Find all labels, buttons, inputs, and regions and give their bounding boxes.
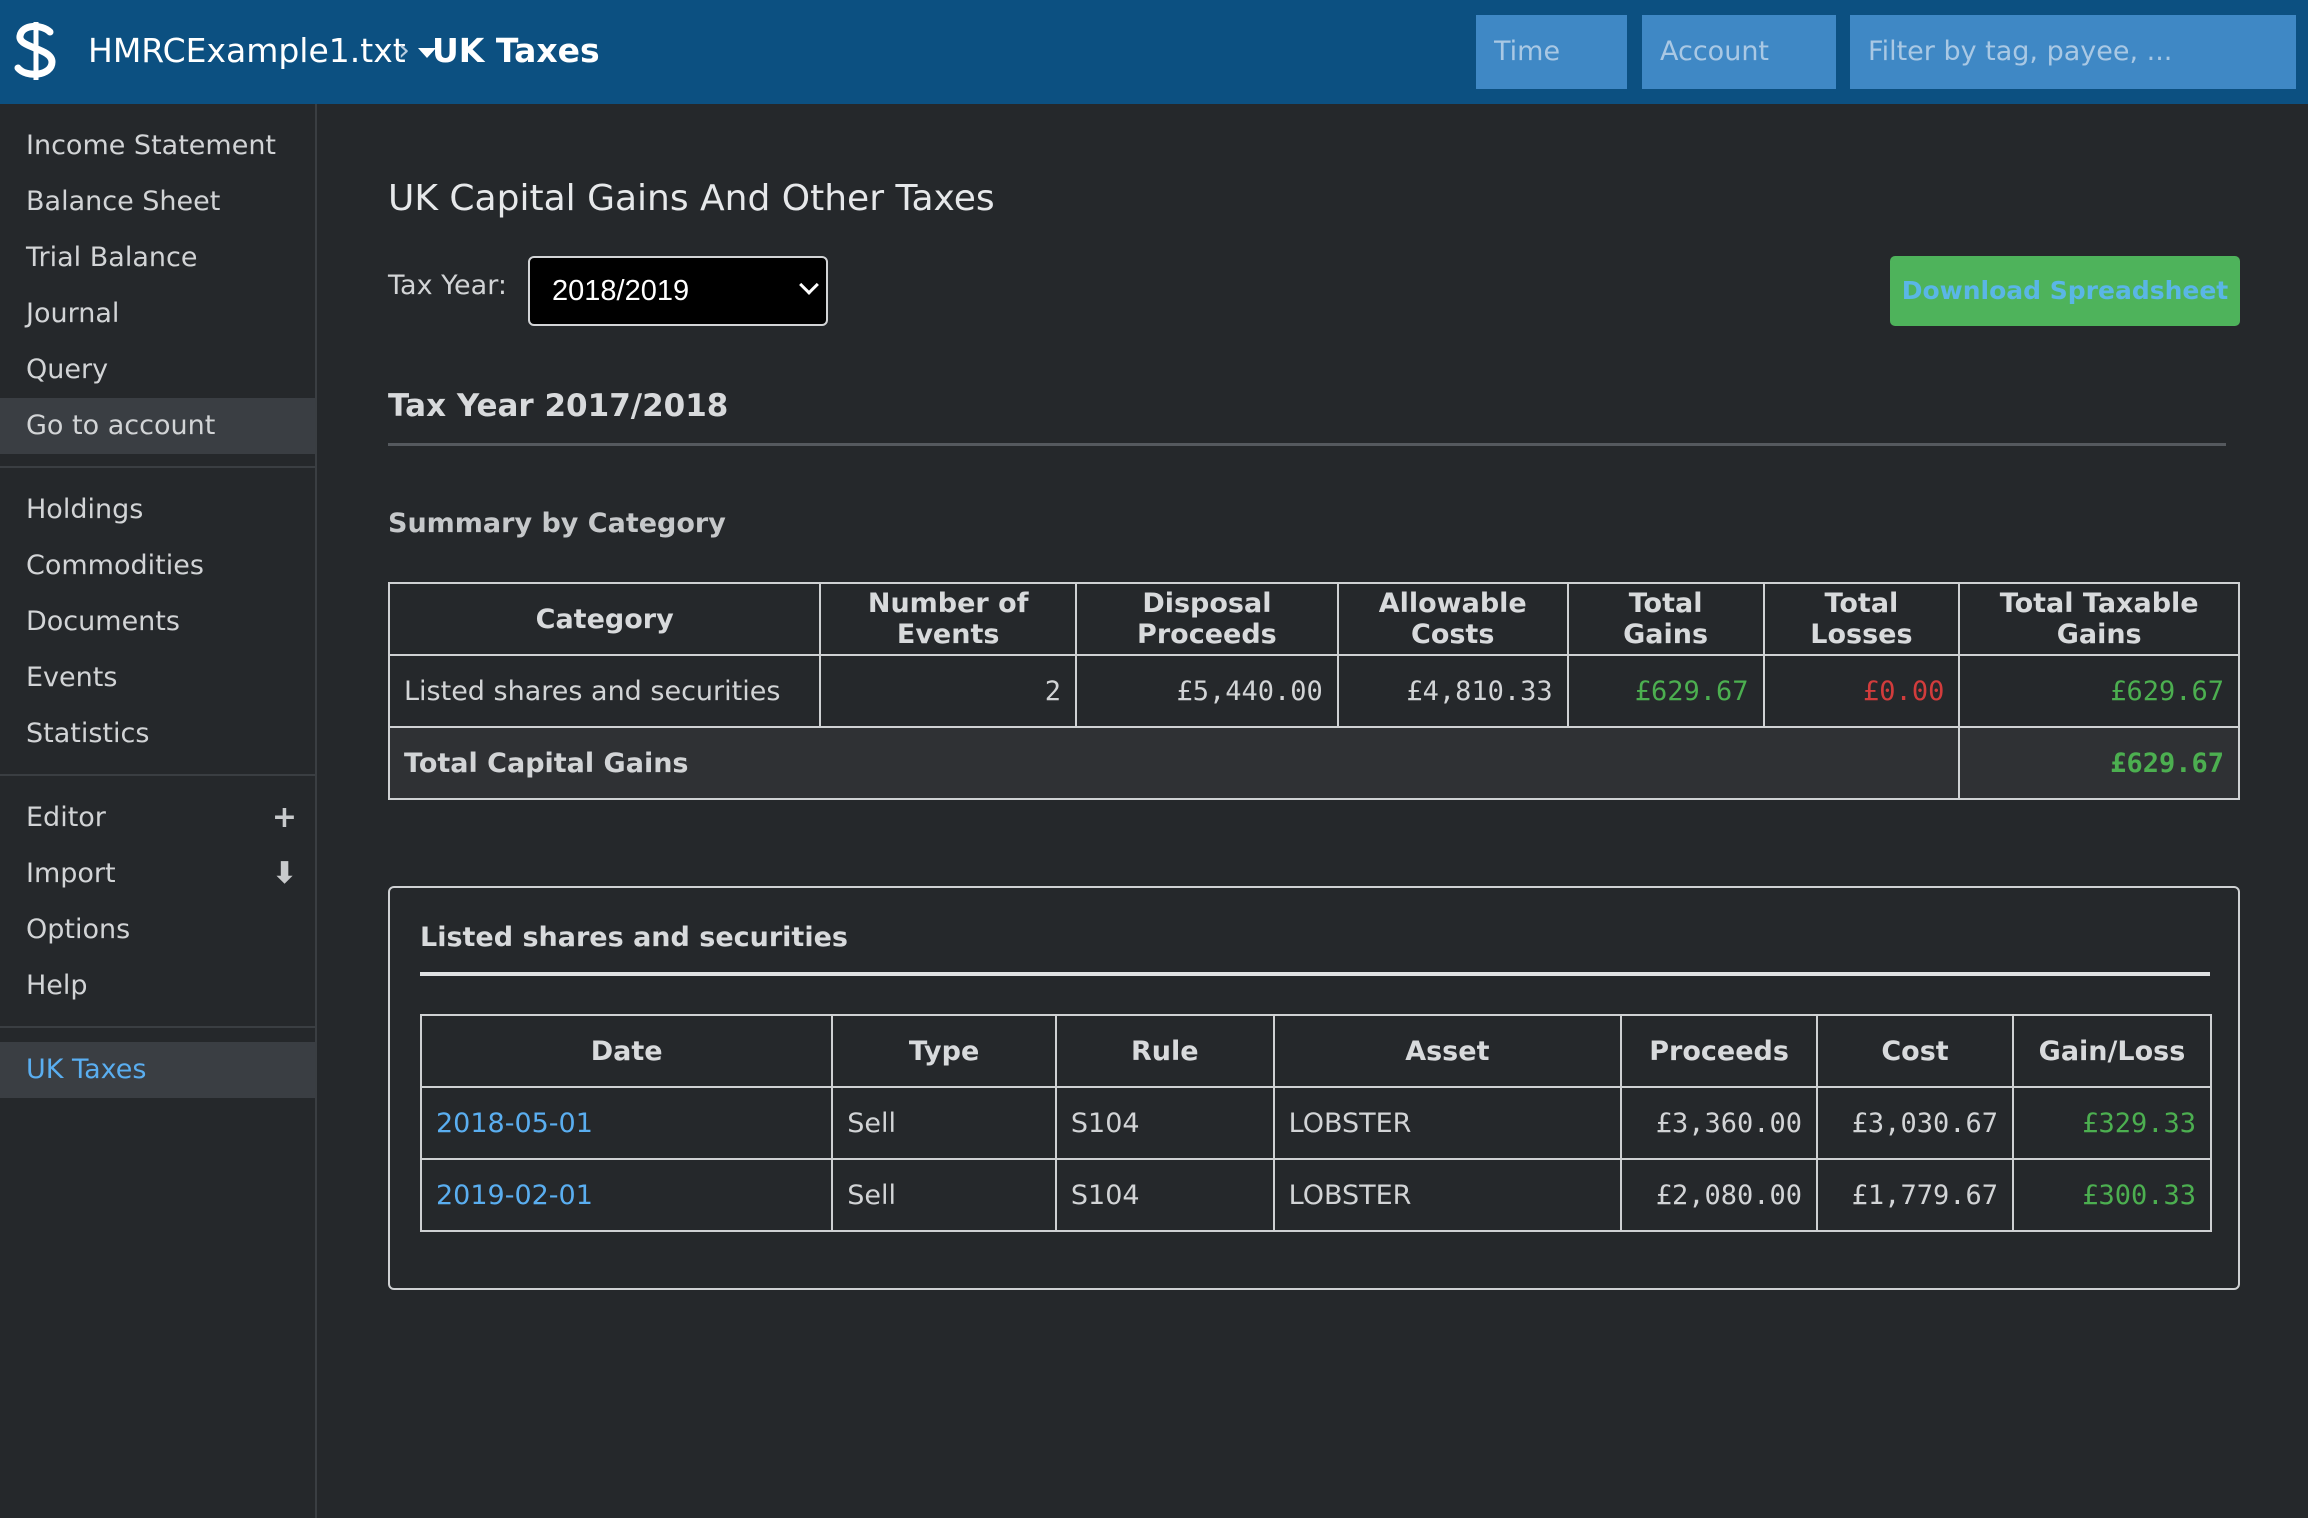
sidebar-item-label: Editor (26, 802, 106, 833)
nav-group-tools: Editor + Import ⬇ Options Help (0, 776, 315, 1028)
plus-icon[interactable]: + (272, 790, 297, 846)
sidebar-item-uk-taxes[interactable]: UK Taxes (0, 1042, 315, 1098)
sidebar-item-help[interactable]: Help (0, 958, 315, 1014)
sidebar-item-commodities[interactable]: Commodities (0, 538, 315, 594)
sidebar-item-options[interactable]: Options (0, 902, 315, 958)
cell-cost: £1,779.67 (1816, 1158, 2014, 1232)
cell-proceeds: £2,080.00 (1620, 1158, 1819, 1232)
download-spreadsheet-button[interactable]: Download Spreadsheet (1890, 256, 2240, 326)
table-row: 2019-02-01 Sell S104 LOBSTER £2,080.00 £… (419, 1158, 2213, 1232)
col-header-gain-loss: Gain/Loss (2011, 1014, 2213, 1088)
ledger-selector[interactable]: HMRCExample1.txt (88, 26, 436, 76)
category-detail-card: Listed shares and securities Date Type R… (388, 886, 2240, 1290)
col-header-category: Category (387, 582, 822, 656)
card-title: Listed shares and securities (420, 922, 848, 953)
col-header-total-taxable-gains: Total Taxable Gains (1958, 582, 2240, 656)
divider (388, 443, 2226, 446)
cell-asset: LOBSTER (1272, 1086, 1623, 1160)
cell-gain-loss: £300.33 (2011, 1158, 2213, 1232)
fava-logo-icon[interactable] (12, 22, 60, 80)
total-capital-gains-label: Total Capital Gains (387, 726, 1961, 800)
breadcrumb-separator-icon: › (398, 33, 410, 68)
tax-year-value: 2018/2019 (552, 275, 690, 307)
sidebar: Income Statement Balance Sheet Trial Bal… (0, 104, 317, 1518)
table-header-row: Date Type Rule Asset Proceeds Cost Gain/… (419, 1014, 2213, 1088)
cell-allowable-costs: £4,810.33 (1336, 654, 1569, 728)
col-header-proceeds: Proceeds (1620, 1014, 1819, 1088)
cell-type: Sell (831, 1086, 1057, 1160)
nav-group-data: Holdings Commodities Documents Events St… (0, 468, 315, 776)
col-header-cost: Cost (1816, 1014, 2014, 1088)
col-header-total-gains: Total Gains (1566, 582, 1765, 656)
sidebar-item-documents[interactable]: Documents (0, 594, 315, 650)
cell-total-taxable-gains: £629.67 (1958, 654, 2240, 728)
sidebar-item-holdings[interactable]: Holdings (0, 482, 315, 538)
chevron-down-icon (799, 275, 819, 295)
cell-number-of-events: 2 (819, 654, 1078, 728)
sidebar-item-statistics[interactable]: Statistics (0, 706, 315, 762)
sidebar-item-balance-sheet[interactable]: Balance Sheet (0, 174, 315, 230)
sidebar-item-trial-balance[interactable]: Trial Balance (0, 230, 315, 286)
total-row: Total Capital Gains £629.67 (387, 726, 2240, 800)
sidebar-item-go-to-account[interactable]: Go to account (0, 398, 315, 454)
sidebar-item-income-statement[interactable]: Income Statement (0, 118, 315, 174)
cell-disposal-proceeds: £5,440.00 (1075, 654, 1339, 728)
table-row: 2018-05-01 Sell S104 LOBSTER £3,360.00 £… (419, 1086, 2213, 1160)
sidebar-item-editor[interactable]: Editor + (0, 790, 315, 846)
date-link[interactable]: 2019-02-01 (419, 1158, 834, 1232)
time-filter-input[interactable] (1476, 15, 1627, 89)
download-arrow-icon[interactable]: ⬇ (272, 846, 297, 902)
col-header-rule: Rule (1054, 1014, 1275, 1088)
disposals-table: Date Type Rule Asset Proceeds Cost Gain/… (419, 1014, 2213, 1232)
account-filter-input[interactable] (1642, 15, 1836, 89)
col-header-disposal-proceeds: Disposal Proceeds (1075, 582, 1339, 656)
cell-asset: LOBSTER (1272, 1158, 1623, 1232)
cell-rule: S104 (1054, 1158, 1275, 1232)
nav-group-extensions: UK Taxes (0, 1028, 315, 1110)
summary-heading: Summary by Category (388, 508, 726, 539)
tax-year-label: Tax Year: (388, 270, 507, 301)
col-header-allowable-costs: Allowable Costs (1336, 582, 1569, 656)
tax-year-heading: Tax Year 2017/2018 (388, 388, 729, 424)
sidebar-item-import[interactable]: Import ⬇ (0, 846, 315, 902)
col-header-asset: Asset (1272, 1014, 1623, 1088)
cell-category: Listed shares and securities (387, 654, 822, 728)
page-title: UK Capital Gains And Other Taxes (388, 178, 995, 219)
tax-year-select[interactable]: 2018/2019 (528, 256, 828, 326)
sidebar-item-query[interactable]: Query (0, 342, 315, 398)
tag-payee-filter-input[interactable] (1850, 15, 2296, 89)
nav-group-reports: Income Statement Balance Sheet Trial Bal… (0, 104, 315, 468)
cell-total-gains: £629.67 (1566, 654, 1765, 728)
cell-cost: £3,030.67 (1816, 1086, 2014, 1160)
col-header-date: Date (419, 1014, 834, 1088)
cell-proceeds: £3,360.00 (1620, 1086, 1819, 1160)
table-header-row: Category Number of Events Disposal Proce… (387, 582, 2240, 656)
date-link[interactable]: 2018-05-01 (419, 1086, 834, 1160)
divider (420, 972, 2210, 976)
cell-gain-loss: £329.33 (2011, 1086, 2213, 1160)
sidebar-item-journal[interactable]: Journal (0, 286, 315, 342)
col-header-total-losses: Total Losses (1762, 582, 1961, 656)
sidebar-item-events[interactable]: Events (0, 650, 315, 706)
table-row: Listed shares and securities 2 £5,440.00… (387, 654, 2240, 728)
cell-total-losses: £0.00 (1762, 654, 1961, 728)
cell-rule: S104 (1054, 1086, 1275, 1160)
sidebar-item-label: Import (26, 858, 116, 889)
total-capital-gains-value: £629.67 (1958, 726, 2240, 800)
top-header: HMRCExample1.txt › UK Taxes (0, 0, 2308, 104)
col-header-number-of-events: Number of Events (819, 582, 1078, 656)
ledger-name: HMRCExample1.txt (88, 31, 406, 70)
summary-table: Category Number of Events Disposal Proce… (387, 582, 2240, 800)
col-header-type: Type (831, 1014, 1057, 1088)
breadcrumb-current: UK Taxes (432, 31, 600, 70)
cell-type: Sell (831, 1158, 1057, 1232)
